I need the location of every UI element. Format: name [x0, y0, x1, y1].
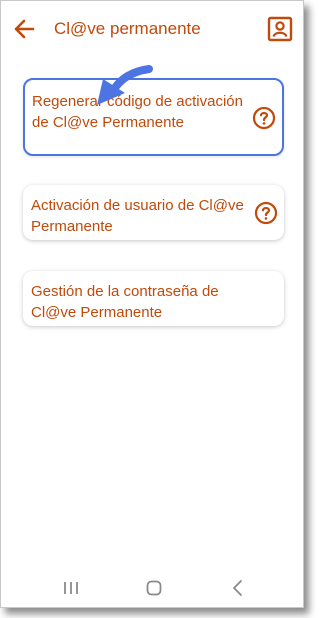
- arrow-left-icon[interactable]: [11, 16, 37, 42]
- option-label: Activación de usuario de Cl@ve Permanent…: [31, 197, 244, 235]
- option-label: Gestión de la contraseña de Cl@ve Perman…: [31, 283, 219, 321]
- navigation-bar: [1, 567, 303, 607]
- question-circle-icon[interactable]: [254, 201, 278, 225]
- phone-screen: Cl@ve permanente Regenerar código de act…: [0, 0, 304, 608]
- app-header: Cl@ve permanente: [1, 1, 303, 59]
- home-icon[interactable]: [143, 577, 165, 599]
- page-title: Cl@ve permanente: [54, 19, 201, 38]
- recent-apps-icon[interactable]: [60, 577, 82, 599]
- pointer-arrow-icon: [97, 65, 153, 105]
- option-activacion-usuario[interactable]: Activación de usuario de Cl@ve Permanent…: [23, 185, 284, 240]
- option-gestion-contrasena[interactable]: Gestión de la contraseña de Cl@ve Perman…: [23, 271, 284, 326]
- question-circle-icon[interactable]: [252, 106, 276, 130]
- nav-back-icon[interactable]: [227, 577, 249, 599]
- contact-card-icon[interactable]: [267, 15, 293, 43]
